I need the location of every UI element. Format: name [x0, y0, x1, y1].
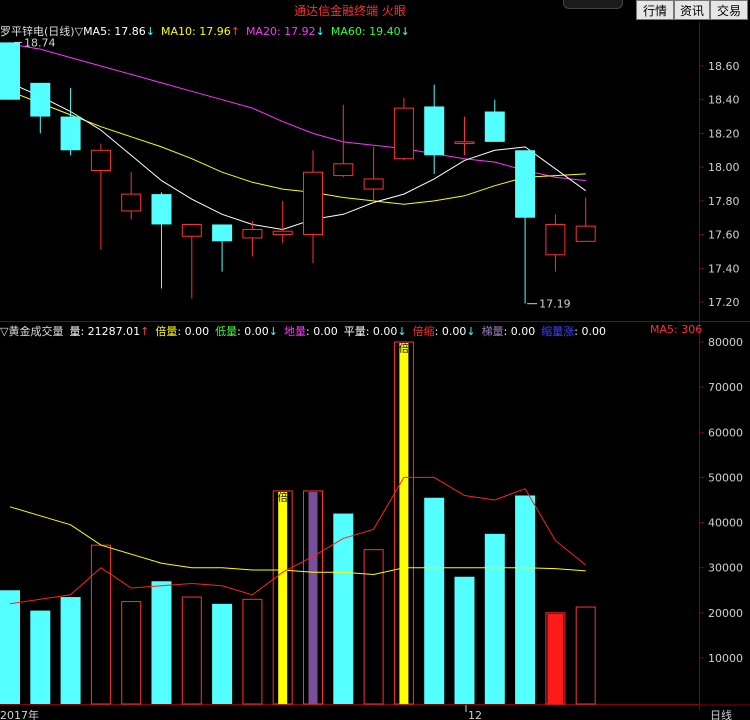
period-label: 日线: [710, 708, 732, 720]
volume-bar: [575, 606, 596, 705]
volume-bar: [515, 495, 536, 704]
candle-body: [424, 106, 445, 156]
arrow-icon: ↓: [268, 325, 279, 338]
volume-item-6: 梯量: 0.00: [481, 325, 536, 338]
volume-bar: [121, 601, 142, 705]
candle-body: [242, 229, 263, 239]
arrow-icon: ↓: [397, 325, 407, 338]
candle-body: [90, 149, 111, 172]
price-axis-label: 18.40: [708, 94, 740, 107]
date-label: 12: [468, 709, 482, 720]
kline-chart[interactable]: 18.60 18.40 18.20 18.00 17.80 17.60 17.40 17.20…: [0, 0, 750, 720]
candle-body: [121, 193, 142, 212]
candle-body: [303, 171, 323, 236]
price-info-line: 罗平锌电(日线)▽MA5: 17.86↓ MA10: 17.96↑ MA20: 17…: [0, 23, 416, 39]
arrow-icon: ↓: [145, 25, 155, 38]
ma10-line: [9, 90, 586, 205]
volume-item-0: 量: 21287.01↑: [69, 325, 150, 338]
price-axis-label: 17.20: [708, 296, 740, 309]
volume-bar: [181, 596, 202, 705]
volume-axis-label: 40000: [708, 517, 743, 530]
candle-body: [272, 230, 293, 236]
triangle-down-icon[interactable]: ▽: [75, 25, 83, 38]
volume-bar: [30, 610, 51, 704]
volume-item-1: 倍量: 0.00: [155, 325, 210, 338]
volume-indicator-label[interactable]: 黄金成交量: [8, 325, 63, 338]
arrow-icon: ↑: [230, 25, 240, 38]
volume-axis-label: 10000: [708, 652, 743, 665]
arrow-icon: ↓: [315, 25, 325, 38]
candle-body: [151, 194, 172, 225]
price-axis-label: 18.60: [708, 60, 740, 73]
volume-item-7: 缩量涨: 0.00: [541, 325, 606, 338]
price-axis-label: 18.00: [708, 161, 740, 174]
date-label: 2017年: [0, 708, 39, 720]
volume-bar: [90, 544, 111, 705]
volume-axis-label: 80000: [708, 336, 743, 349]
candle-body: [0, 42, 20, 100]
candle-body: [484, 111, 505, 142]
volume-info-line: ▽黄金成交量 量: 21287.01↑ 倍量: 0.00 低量: 0.00↓ 地量: 0…: [0, 323, 606, 339]
volume-axis-label: 70000: [708, 381, 743, 394]
volume-item-4: 平量: 0.00↓: [343, 325, 407, 338]
volume-highlight-bar: [278, 491, 288, 704]
candle-body: [181, 223, 202, 237]
candle-body: [60, 116, 81, 151]
ma-item-ma5: MA5: 17.86↓: [83, 25, 155, 38]
ma-item-ma60: MA60: 19.40↓: [330, 25, 410, 38]
price-axis-label: 17.80: [708, 195, 740, 208]
volume-bar: [242, 598, 263, 705]
double-volume-mark: 倍: [399, 342, 409, 355]
candle-body: [363, 178, 384, 190]
candle-body: [545, 223, 566, 256]
volume-bar: [484, 533, 505, 704]
price-axis-label: 17.40: [708, 262, 740, 275]
low-marker-label: 17.19: [539, 298, 571, 311]
ma-item-ma20: MA20: 17.92↓: [245, 25, 325, 38]
candle-body: [212, 224, 233, 242]
volume-highlight-bar: [399, 343, 409, 704]
volume-bar: [0, 590, 20, 704]
volume-bar: [60, 597, 81, 704]
volume-item-2: 低量: 0.00↓: [215, 325, 279, 338]
volume-bar: [424, 497, 445, 704]
volume-highlight-bar: [547, 613, 564, 704]
volume-axis-label: 50000: [708, 471, 743, 484]
volume-axis-label: 30000: [708, 562, 743, 575]
arrow-icon: ↓: [466, 325, 476, 338]
arrow-icon: ↓: [400, 25, 410, 38]
candle-body: [393, 107, 414, 160]
volume-ma5-label: MA5: 306: [650, 323, 703, 336]
candle-body: [454, 141, 475, 145]
volume-bar: [454, 576, 475, 704]
price-axis-label: 17.60: [708, 229, 740, 242]
arrow-icon: ↑: [140, 325, 150, 338]
candle-body: [30, 82, 51, 117]
price-axis-label: 18.20: [708, 127, 740, 140]
volume-bar: [212, 603, 233, 704]
volume-axis-label: 60000: [708, 426, 743, 439]
candle-body: [515, 150, 536, 218]
ma-item-ma10: MA10: 17.96↑: [161, 25, 240, 38]
volume-highlight-bar: [308, 491, 318, 704]
candle-body: [575, 225, 596, 242]
volume-axis-label: 20000: [708, 607, 743, 620]
volume-item-5: 倍缩: 0.00↓: [412, 325, 476, 338]
double-volume-mark: 倍: [278, 491, 288, 504]
stock-label[interactable]: 罗平锌电(日线): [0, 25, 75, 38]
volume-bar: [151, 581, 172, 704]
candle-body: [333, 163, 354, 177]
volume-item-3: 地量: 0.00: [284, 325, 338, 338]
